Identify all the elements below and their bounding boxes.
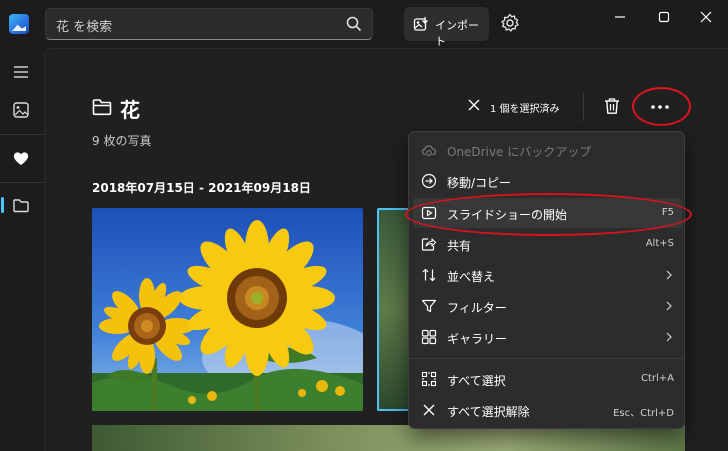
gallery-layout-icon <box>421 329 437 345</box>
clear-selection-button[interactable]: 1 個を選択済み <box>465 97 575 117</box>
deselect-icon <box>423 404 435 416</box>
share-icon <box>421 238 437 251</box>
more-options-menu: OneDrive にバックアップ 移動/コピー スライドショーの開始 F5 共有… <box>408 131 685 429</box>
hamburger-menu-icon[interactable] <box>6 57 36 87</box>
menu-item-move-copy[interactable]: 移動/コピー <box>413 166 682 196</box>
search-box[interactable]: 花 を検索 <box>45 8 373 40</box>
select-all-icon <box>421 371 437 387</box>
search-icon[interactable] <box>346 16 362 32</box>
chevron-right-icon <box>666 332 672 342</box>
photo-thumbnail[interactable] <box>92 208 363 411</box>
sidebar-divider <box>0 134 44 135</box>
annotation-circle <box>405 193 692 236</box>
toolbar-divider <box>583 93 584 121</box>
menu-item-shortcut: Ctrl+A <box>640 373 674 384</box>
selection-count-label: 1 個を選択済み <box>490 104 560 115</box>
menu-item-label: 共有 <box>447 239 472 253</box>
sort-icon <box>422 268 436 282</box>
filter-icon <box>421 299 437 313</box>
cloud-backup-icon <box>421 145 437 156</box>
sidebar-divider <box>0 182 44 183</box>
menu-item-gallery[interactable]: ギャラリー <box>413 322 682 352</box>
active-indicator <box>1 197 4 213</box>
menu-item-shortcut: Esc、Ctrl+D <box>613 408 674 419</box>
menu-item-label: OneDrive にバックアップ <box>447 145 592 159</box>
photo-thumbnail-selected[interactable] <box>377 208 411 411</box>
maximize-icon[interactable] <box>653 8 675 26</box>
annotation-circle <box>632 87 691 126</box>
close-icon[interactable] <box>695 8 717 26</box>
menu-item-label: すべて選択解除 <box>447 405 530 419</box>
page-title: 花 <box>120 98 140 122</box>
close-icon <box>468 99 480 111</box>
menu-item-shortcut: Alt+S <box>645 238 674 249</box>
menu-item-label: ギャラリー <box>447 332 508 346</box>
menu-item-onedrive-backup: OneDrive にバックアップ <box>413 135 682 165</box>
menu-item-filter[interactable]: フィルター <box>413 291 682 321</box>
move-copy-icon <box>421 173 437 189</box>
menu-item-label: フィルター <box>447 301 507 315</box>
menu-item-select-all[interactable]: すべて選択 Ctrl+A <box>413 364 682 394</box>
heart-icon[interactable] <box>6 143 36 173</box>
gear-icon[interactable] <box>499 12 521 34</box>
photo-count: 9 枚の写真 <box>92 134 152 148</box>
menu-item-sort[interactable]: 並べ替え <box>413 260 682 290</box>
chevron-right-icon <box>666 301 672 311</box>
folder-icon[interactable] <box>6 190 36 220</box>
photos-icon[interactable] <box>6 95 36 125</box>
minimize-icon[interactable] <box>609 8 631 26</box>
menu-item-deselect-all[interactable]: すべて選択解除 Esc、Ctrl+D <box>413 395 682 425</box>
delete-icon[interactable] <box>602 96 622 116</box>
import-label: インポート <box>435 19 479 48</box>
import-photo-icon <box>413 17 428 31</box>
navigation-sidebar <box>0 48 44 451</box>
menu-divider <box>409 358 684 359</box>
chevron-right-icon <box>666 270 672 280</box>
sunflower-photo <box>92 208 363 411</box>
menu-item-label: すべて選択 <box>447 374 506 388</box>
folder-icon <box>92 99 112 116</box>
menu-item-label: 並べ替え <box>447 270 496 284</box>
title-bar: 花 を検索 インポート <box>0 0 728 48</box>
menu-item-label: 移動/コピー <box>447 176 512 190</box>
photos-app-icon <box>9 14 29 34</box>
import-button[interactable]: インポート <box>404 7 489 48</box>
search-input[interactable]: 花 を検索 <box>56 16 112 35</box>
date-range-header: 2018年07月15日 - 2021年09月18日 <box>92 181 311 195</box>
